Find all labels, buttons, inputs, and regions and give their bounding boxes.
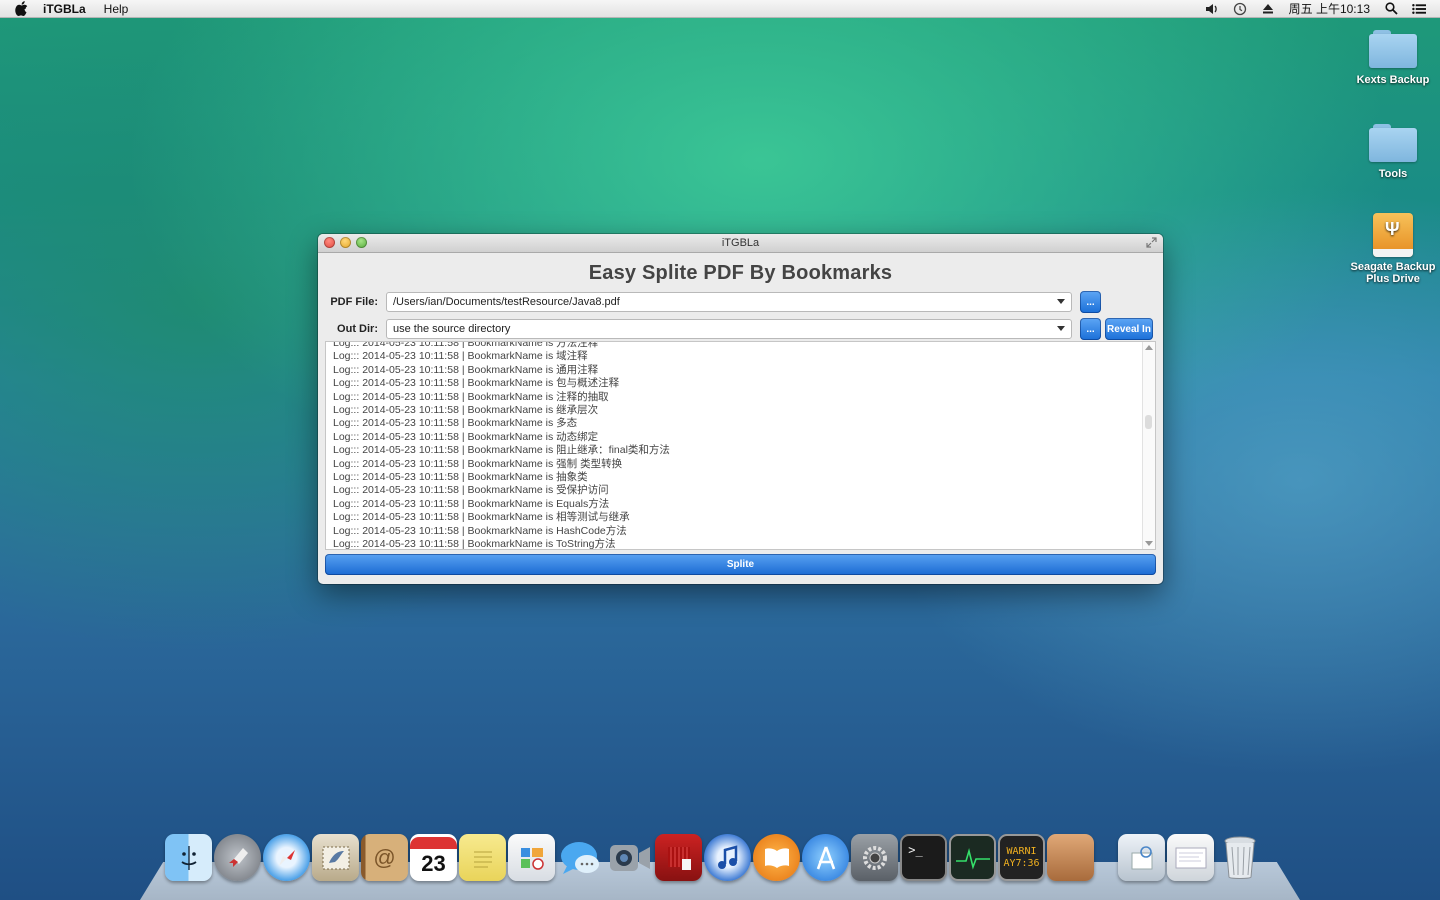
desktop-icon-kexts-backup[interactable]: Kexts Backup — [1348, 30, 1438, 86]
log-line: Log::: 2014-05-23 10:11:58 | BookmarkNam… — [333, 404, 599, 417]
desktop-icon-tools[interactable]: Tools — [1348, 124, 1438, 180]
scroll-down-icon[interactable] — [1145, 541, 1153, 546]
reveal-in-button[interactable]: Reveal In — [1105, 318, 1153, 340]
log-line: Log::: 2014-05-23 10:11:58 | BookmarkNam… — [333, 363, 599, 376]
messages-icon[interactable] — [557, 834, 604, 881]
time-machine-icon[interactable] — [1233, 2, 1247, 16]
scroll-up-icon[interactable] — [1145, 345, 1153, 350]
log-lines: Log::: 2014-05-23 10:11:58 | BookmarkNam… — [333, 341, 670, 550]
log-line: Log::: 2014-05-23 10:11:58 | BookmarkNam… — [333, 417, 578, 430]
help-menu[interactable]: Help — [104, 2, 129, 16]
desktop-icon-label: Tools — [1378, 168, 1408, 180]
finder-icon[interactable] — [165, 834, 212, 881]
desktop-icon-label: Kexts Backup — [1356, 74, 1430, 86]
log-line: Log::: 2014-05-23 10:11:58 | BookmarkNam… — [333, 471, 588, 484]
log-line: Log::: 2014-05-23 10:11:58 | BookmarkNam… — [333, 511, 630, 524]
window-title: iTGBLa — [721, 237, 760, 249]
out-dir-row: Out Dir: use the source directory ... Re… — [318, 318, 1153, 340]
console-line-1: WARNI — [1006, 845, 1037, 857]
app-window: iTGBLa Easy Splite PDF By Bookmarks PDF … — [318, 234, 1163, 584]
activity-monitor-icon[interactable] — [949, 834, 996, 881]
log-line: Log::: 2014-05-23 10:11:58 | BookmarkNam… — [333, 457, 623, 470]
system-preferences-icon[interactable] — [851, 834, 898, 881]
close-button[interactable] — [324, 237, 335, 248]
log-line: Log::: 2014-05-23 10:11:58 | BookmarkNam… — [333, 390, 609, 403]
log-line: Log::: 2014-05-23 10:11:58 | BookmarkNam… — [333, 538, 616, 550]
browse-pdf-button[interactable]: ... — [1080, 291, 1101, 313]
pdf-file-label: PDF File: — [330, 296, 378, 308]
log-line: Log::: 2014-05-23 10:11:58 | BookmarkNam… — [333, 444, 670, 457]
desktop-icon-seagate-drive[interactable]: Ψ Seagate Backup Plus Drive — [1348, 213, 1438, 285]
log-line: Log::: 2014-05-23 10:11:58 | BookmarkNam… — [333, 377, 620, 390]
folder-icon — [1369, 30, 1417, 68]
out-dir-combobox[interactable]: use the source directory — [386, 319, 1072, 339]
desktop-icon-label: Seagate Backup Plus Drive — [1350, 261, 1436, 285]
terminal-icon[interactable]: >_ — [900, 834, 947, 881]
chevron-down-icon[interactable] — [1057, 326, 1065, 331]
scroll-thumb[interactable] — [1145, 415, 1152, 429]
log-line: Log::: 2014-05-23 10:11:58 | BookmarkNam… — [333, 524, 627, 537]
facetime-icon[interactable] — [606, 834, 653, 881]
ibooks-icon[interactable] — [753, 834, 800, 881]
chevron-down-icon[interactable] — [1057, 299, 1065, 304]
eject-icon[interactable] — [1261, 2, 1275, 16]
log-line: Log::: 2014-05-23 10:11:58 | BookmarkNam… — [333, 484, 609, 497]
app-menu[interactable]: iTGBLa — [43, 2, 86, 16]
menu-bar: iTGBLa Help 周五 上午10:13 — [0, 0, 1440, 18]
log-line: Log::: 2014-05-23 10:11:58 | BookmarkNam… — [333, 430, 599, 443]
out-dir-label: Out Dir: — [337, 323, 378, 335]
photo-booth-icon[interactable] — [655, 834, 702, 881]
zoom-button[interactable] — [356, 237, 367, 248]
console-icon[interactable]: WARNI AY7:36 — [998, 834, 1045, 881]
page-title: Easy Splite PDF By Bookmarks — [588, 262, 893, 284]
status-area: 周五 上午10:13 — [1205, 0, 1426, 17]
contacts-icon[interactable]: @ — [361, 834, 408, 881]
out-dir-value: use the source directory — [393, 323, 511, 335]
notification-center-icon[interactable] — [1412, 2, 1426, 16]
log-line: Log::: 2014-05-23 10:11:58 | BookmarkNam… — [333, 341, 599, 349]
app-store-icon[interactable] — [802, 834, 849, 881]
documents-stack-icon[interactable] — [1167, 834, 1214, 881]
volume-icon[interactable] — [1205, 2, 1219, 16]
pdf-file-value: /Users/ian/Documents/testResource/Java8.… — [393, 296, 620, 308]
menubar-clock[interactable]: 周五 上午10:13 — [1289, 0, 1370, 17]
fullscreen-icon[interactable] — [1146, 237, 1157, 248]
log-scrollbar[interactable] — [1142, 342, 1155, 549]
dock-separator — [1096, 834, 1116, 881]
log-textarea[interactable]: Log::: 2014-05-23 10:11:58 | BookmarkNam… — [325, 341, 1156, 550]
safari-icon[interactable] — [263, 834, 310, 881]
calendar-icon[interactable]: 23 — [410, 834, 457, 881]
log-line: Log::: 2014-05-23 10:11:58 | BookmarkNam… — [333, 350, 588, 363]
folder-icon — [1369, 124, 1417, 162]
console-line-2: AY7:36 — [1003, 857, 1040, 869]
launchpad-icon[interactable] — [214, 834, 261, 881]
pdf-file-row: PDF File: /Users/ian/Documents/testResou… — [318, 291, 1101, 313]
dock: @ 23 >_ WARNI AY7:36 — [165, 834, 1263, 881]
spotlight-icon[interactable] — [1384, 2, 1398, 16]
calendar-day: 23 — [421, 850, 446, 876]
notes-icon[interactable] — [459, 834, 506, 881]
apple-menu-icon[interactable] — [13, 1, 29, 17]
trash-icon[interactable] — [1216, 834, 1263, 881]
log-line: Log::: 2014-05-23 10:11:58 | BookmarkNam… — [333, 497, 610, 510]
itunes-icon[interactable] — [704, 834, 751, 881]
window-titlebar[interactable]: iTGBLa — [318, 234, 1163, 253]
downloads-stack-icon[interactable] — [1118, 834, 1165, 881]
reminders-icon[interactable] — [508, 834, 555, 881]
splite-button[interactable]: Splite — [325, 554, 1156, 575]
minimize-button[interactable] — [340, 237, 351, 248]
browse-out-dir-button[interactable]: ... — [1080, 318, 1101, 340]
archive-icon[interactable] — [1047, 834, 1094, 881]
mail-icon[interactable] — [312, 834, 359, 881]
external-drive-icon: Ψ — [1373, 213, 1413, 257]
pdf-file-combobox[interactable]: /Users/ian/Documents/testResource/Java8.… — [386, 292, 1072, 312]
